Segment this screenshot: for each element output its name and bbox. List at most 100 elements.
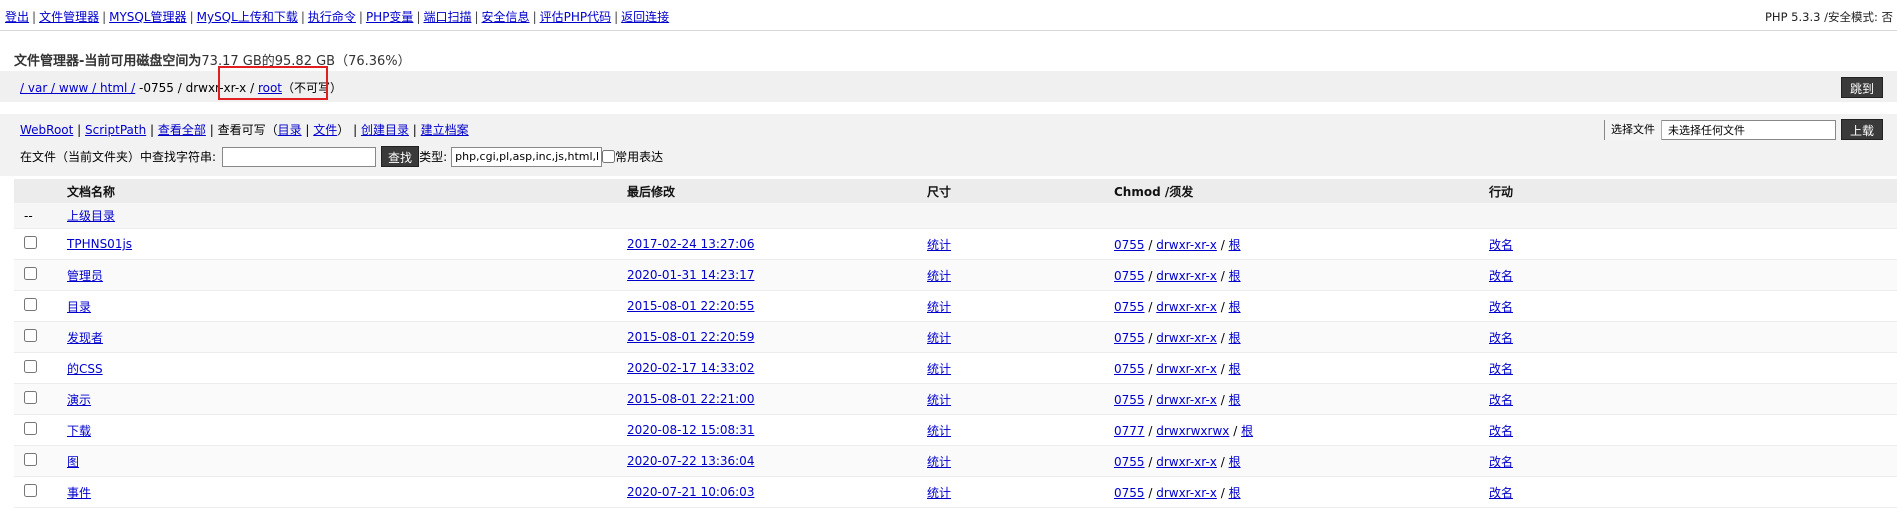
view-all-link[interactable]: 查看全部 — [158, 123, 206, 137]
row-checkbox[interactable] — [24, 298, 37, 311]
owner-link[interactable]: 根 — [1229, 362, 1241, 376]
perm-link[interactable]: drwxr-xr-x — [1156, 269, 1217, 283]
search-input[interactable] — [222, 146, 377, 167]
size-link[interactable]: 统计 — [927, 455, 951, 469]
modified-link[interactable]: 2020-08-12 15:08:31 — [627, 423, 754, 437]
size-link[interactable]: 统计 — [927, 486, 951, 500]
perm-link[interactable]: drwxr-xr-x — [1156, 393, 1217, 407]
file-name-link[interactable]: 演示 — [67, 393, 91, 407]
chmod-link[interactable]: 0755 — [1114, 238, 1145, 252]
modified-link[interactable]: 2020-01-31 14:23:17 — [627, 268, 754, 282]
rename-link[interactable]: 改名 — [1489, 300, 1513, 314]
chmod-link[interactable]: 0755 — [1114, 486, 1145, 500]
create-file-link[interactable]: 建立档案 — [421, 123, 469, 137]
rename-link[interactable]: 改名 — [1489, 362, 1513, 376]
rename-link[interactable]: 改名 — [1489, 424, 1513, 438]
owner-link[interactable]: 根 — [1229, 455, 1241, 469]
table-row: TPHNS01js 2017-02-24 13:27:06 统计 0755 / … — [14, 228, 1897, 260]
size-link[interactable]: 统计 — [927, 424, 951, 438]
row-checkbox[interactable] — [24, 453, 37, 466]
chmod-link[interactable]: 0777 — [1114, 424, 1145, 438]
file-picker[interactable]: 选择文件 未选择任何文件 — [1603, 119, 1836, 140]
find-button[interactable]: 查找 — [381, 146, 420, 167]
writable-dir-link[interactable]: 目录 — [278, 123, 302, 137]
rename-link[interactable]: 改名 — [1489, 393, 1513, 407]
file-name-link[interactable]: 事件 — [67, 486, 91, 500]
rename-link[interactable]: 改名 — [1489, 455, 1513, 469]
modified-link[interactable]: 2020-07-21 10:06:03 — [627, 485, 754, 499]
size-link[interactable]: 统计 — [927, 238, 951, 252]
rename-link[interactable]: 改名 — [1489, 486, 1513, 500]
row-checkbox[interactable] — [24, 360, 37, 373]
rename-link[interactable]: 改名 — [1489, 269, 1513, 283]
row-checkbox[interactable] — [24, 391, 37, 404]
owner-link[interactable]: 根 — [1229, 331, 1241, 345]
chmod-link[interactable]: 0755 — [1114, 393, 1145, 407]
rename-link[interactable]: 改名 — [1489, 331, 1513, 345]
chmod-link[interactable]: 0755 — [1114, 300, 1145, 314]
file-name-link[interactable]: 的CSS — [67, 362, 103, 376]
path-link[interactable]: / var / www / html / — [20, 81, 135, 95]
perm-link[interactable]: drwxr-xr-x — [1156, 238, 1217, 252]
scriptpath-link[interactable]: ScriptPath — [85, 123, 146, 137]
nav-logout[interactable]: 登出 — [5, 10, 29, 24]
size-link[interactable]: 统计 — [927, 393, 951, 407]
jump-button[interactable]: 跳到 — [1840, 77, 1883, 98]
writable-file-link[interactable]: 文件 — [313, 123, 337, 137]
nav-eval-php[interactable]: 评估PHP代码 — [540, 10, 612, 24]
rename-link[interactable]: 改名 — [1489, 238, 1513, 252]
modified-link[interactable]: 2015-08-01 22:21:00 — [627, 392, 754, 406]
owner-link[interactable]: 根 — [1229, 238, 1241, 252]
nav-port-scan[interactable]: 端口扫描 — [423, 10, 471, 24]
owner-link[interactable]: 根 — [1241, 424, 1253, 438]
row-checkbox[interactable] — [24, 422, 37, 435]
row-checkbox[interactable] — [24, 329, 37, 342]
regex-checkbox[interactable] — [602, 150, 616, 163]
upload-button[interactable]: 上载 — [1840, 119, 1883, 140]
chmod-link[interactable]: 0755 — [1114, 362, 1145, 376]
nav-php-variables[interactable]: PHP变量 — [366, 10, 414, 24]
file-name-link[interactable]: 管理员 — [67, 269, 103, 283]
perm-link[interactable]: drwxr-xr-x — [1156, 455, 1217, 469]
perm-link[interactable]: drwxr-xr-x — [1156, 300, 1217, 314]
owner-link[interactable]: 根 — [1229, 300, 1241, 314]
row-checkbox[interactable] — [24, 267, 37, 280]
file-types-input[interactable] — [451, 146, 603, 167]
webroot-link[interactable]: WebRoot — [20, 123, 73, 137]
nav-back-connect[interactable]: 返回连接 — [621, 10, 669, 24]
owner-link[interactable]: 根 — [1229, 269, 1241, 283]
chmod-link[interactable]: 0755 — [1114, 331, 1145, 345]
nav-security-info[interactable]: 安全信息 — [482, 10, 530, 24]
modified-link[interactable]: 2015-08-01 22:20:59 — [627, 330, 754, 344]
size-link[interactable]: 统计 — [927, 269, 951, 283]
size-link[interactable]: 统计 — [927, 362, 951, 376]
row-checkbox[interactable] — [24, 484, 37, 497]
nav-mysql-manager[interactable]: MYSQL管理器 — [109, 10, 186, 24]
chmod-link[interactable]: 0755 — [1114, 269, 1145, 283]
nav-execute-command[interactable]: 执行命令 — [308, 10, 356, 24]
file-name-link[interactable]: 发现者 — [67, 331, 103, 345]
row-checkbox[interactable] — [24, 236, 37, 249]
modified-link[interactable]: 2020-02-17 14:33:02 — [627, 361, 754, 375]
owner-link[interactable]: 根 — [1229, 486, 1241, 500]
create-dir-link[interactable]: 创建目录 — [361, 123, 409, 137]
file-name-link[interactable]: 图 — [67, 455, 79, 469]
parent-dir-link[interactable]: 上级目录 — [67, 209, 115, 223]
file-name-link[interactable]: TPHNS01js — [67, 237, 132, 251]
modified-link[interactable]: 2017-02-24 13:27:06 — [627, 237, 754, 251]
size-link[interactable]: 统计 — [927, 300, 951, 314]
owner-link[interactable]: 根 — [1229, 393, 1241, 407]
size-link[interactable]: 统计 — [927, 331, 951, 345]
modified-link[interactable]: 2015-08-01 22:20:55 — [627, 299, 754, 313]
perm-link[interactable]: drwxr-xr-x — [1156, 362, 1217, 376]
nav-mysql-upload-download[interactable]: MySQL上传和下载 — [197, 10, 298, 24]
perm-link[interactable]: drwxr-xr-x — [1156, 486, 1217, 500]
perm-link[interactable]: drwxr-xr-x — [1156, 331, 1217, 345]
choose-file-button[interactable]: 选择文件 — [1604, 119, 1662, 140]
file-name-link[interactable]: 下载 — [67, 424, 91, 438]
perm-link[interactable]: drwxrwxrwx — [1156, 424, 1229, 438]
chmod-link[interactable]: 0755 — [1114, 455, 1145, 469]
modified-link[interactable]: 2020-07-22 13:36:04 — [627, 454, 754, 468]
nav-file-manager[interactable]: 文件管理器 — [39, 10, 99, 24]
file-name-link[interactable]: 目录 — [67, 300, 91, 314]
